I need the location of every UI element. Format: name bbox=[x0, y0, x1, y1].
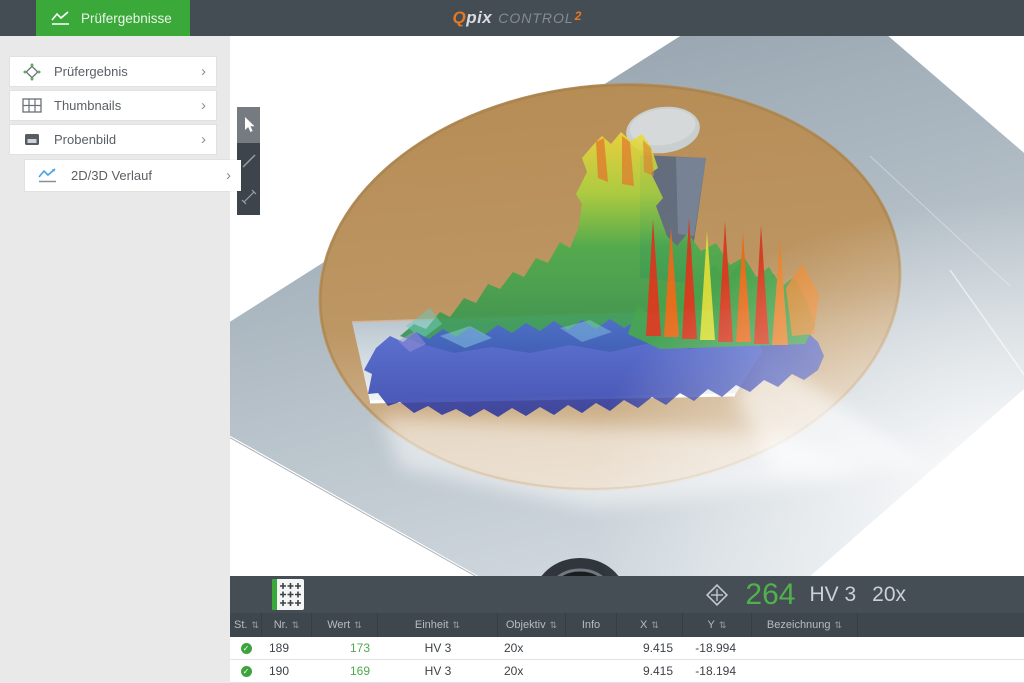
sort-icon: ⇅ bbox=[251, 620, 259, 631]
hardness-scale: HV 3 bbox=[809, 584, 856, 605]
cell-einheit: HV 3 bbox=[378, 660, 498, 682]
col-header-blank bbox=[858, 613, 1024, 637]
line-icon bbox=[241, 153, 257, 169]
diamond-indent-icon bbox=[22, 62, 42, 82]
cell-nr: 189 bbox=[262, 637, 312, 659]
chevron-right-icon: › bbox=[201, 132, 206, 147]
sidebar-item-label: Probenbild bbox=[54, 132, 201, 147]
status-ok-icon: ✓ bbox=[241, 643, 252, 654]
qpix-control-logo: Qpix CONTROL 2 bbox=[452, 0, 581, 36]
sidebar-item-label: Prüfergebnis bbox=[54, 64, 201, 79]
table-row[interactable]: ✓ 189 173 HV 3 20x 9.415 -18.994 bbox=[230, 637, 1024, 660]
cell-y: -18.994 bbox=[683, 637, 752, 659]
sidebar-item-label: Thumbnails bbox=[54, 98, 201, 113]
chevron-right-icon: › bbox=[201, 98, 206, 113]
cell-einheit: HV 3 bbox=[378, 637, 498, 659]
measure-icon bbox=[241, 189, 257, 205]
chart-line-icon bbox=[37, 167, 59, 184]
sort-icon: ⇅ bbox=[719, 620, 727, 631]
sort-icon: ⇅ bbox=[550, 620, 558, 631]
status-ok-icon: ✓ bbox=[241, 666, 252, 677]
cell-wert: 173 bbox=[312, 637, 378, 659]
sidebar-item-thumbnails[interactable]: Thumbnails › bbox=[10, 91, 216, 120]
sort-icon: ⇅ bbox=[835, 620, 843, 631]
cursor-icon bbox=[242, 116, 256, 134]
logo-control: CONTROL bbox=[498, 10, 573, 26]
table-row[interactable]: ✓ 190 169 HV 3 20x 9.415 -18.194 bbox=[230, 660, 1024, 683]
measurement-grid-button[interactable] bbox=[272, 579, 304, 610]
status-bar: 264 HV 3 20x bbox=[230, 576, 1024, 613]
cell-nr: 190 bbox=[262, 660, 312, 682]
tab-pruefergebnisse[interactable]: Prüfergebnisse bbox=[36, 0, 190, 36]
sidebar: Prüfergebnis › Thumbnails › Probenbild › bbox=[0, 36, 230, 683]
col-header-einheit[interactable]: Einheit⇅ bbox=[378, 613, 498, 637]
cell-wert: 169 bbox=[312, 660, 378, 682]
cell-y: -18.194 bbox=[683, 660, 752, 682]
table-header-row: St.⇅ Nr.⇅ Wert⇅ Einheit⇅ Objektiv⇅ Info … bbox=[230, 613, 1024, 637]
col-header-nr[interactable]: Nr.⇅ bbox=[262, 613, 312, 637]
cell-bezeichnung bbox=[752, 637, 858, 659]
sidebar-item-pruefergebnis[interactable]: Prüfergebnis › bbox=[10, 57, 216, 86]
results-table: St.⇅ Nr.⇅ Wert⇅ Einheit⇅ Objektiv⇅ Info … bbox=[230, 613, 1024, 683]
logo-q: Q bbox=[452, 8, 466, 28]
col-header-wert[interactable]: Wert⇅ bbox=[312, 613, 378, 637]
col-header-bezeichnung[interactable]: Bezeichnung⇅ bbox=[752, 613, 858, 637]
cell-objektiv: 20x bbox=[498, 660, 566, 682]
hardness-value: 264 bbox=[745, 580, 795, 610]
overexposure-fade bbox=[230, 36, 1024, 576]
sort-icon: ⇅ bbox=[354, 620, 362, 631]
cell-bezeichnung bbox=[752, 660, 858, 682]
sample-photo-3d-hardness-view[interactable] bbox=[230, 36, 1024, 576]
col-header-x[interactable]: X⇅ bbox=[617, 613, 683, 637]
sort-icon: ⇅ bbox=[651, 620, 659, 631]
logo-pix: pix bbox=[466, 8, 492, 28]
cell-x: 9.415 bbox=[617, 660, 683, 682]
chevron-right-icon: › bbox=[226, 168, 231, 183]
col-header-info[interactable]: Info bbox=[566, 613, 617, 637]
top-bar: Prüfergebnisse Qpix CONTROL 2 bbox=[0, 0, 1024, 36]
chart-line-icon bbox=[50, 10, 72, 26]
sidebar-item-label: 2D/3D Verlauf bbox=[71, 168, 226, 183]
col-header-y[interactable]: Y⇅ bbox=[683, 613, 752, 637]
logo-suffix: 2 bbox=[575, 9, 582, 23]
qpix-control-window: Prüfergebnisse Qpix CONTROL 2 Prüfergebn… bbox=[0, 0, 1024, 683]
col-header-objektiv[interactable]: Objektiv⇅ bbox=[498, 613, 566, 637]
cell-info bbox=[566, 637, 617, 659]
cell-x: 9.415 bbox=[617, 637, 683, 659]
objective-magnification: 20x bbox=[872, 584, 906, 605]
pointer-tool-button[interactable] bbox=[237, 107, 260, 143]
cell-objektiv: 20x bbox=[498, 637, 566, 659]
sidebar-item-probenbild[interactable]: Probenbild › bbox=[10, 125, 216, 154]
grid-thumbnails-icon bbox=[22, 98, 42, 114]
vickers-indenter-icon bbox=[703, 581, 731, 609]
sort-icon: ⇅ bbox=[292, 620, 300, 631]
cell-info bbox=[566, 660, 617, 682]
grid-plus-icon bbox=[277, 579, 304, 610]
sort-icon: ⇅ bbox=[453, 620, 461, 631]
col-header-st[interactable]: St.⇅ bbox=[230, 613, 262, 637]
sample-image-icon bbox=[22, 132, 42, 147]
image-viewer[interactable] bbox=[230, 36, 1024, 576]
sidebar-item-2d3d-verlauf[interactable]: 2D/3D Verlauf › bbox=[25, 160, 241, 191]
current-result: 264 HV 3 20x bbox=[703, 576, 906, 613]
tab-label: Prüfergebnisse bbox=[81, 11, 172, 26]
chevron-right-icon: › bbox=[201, 64, 206, 79]
